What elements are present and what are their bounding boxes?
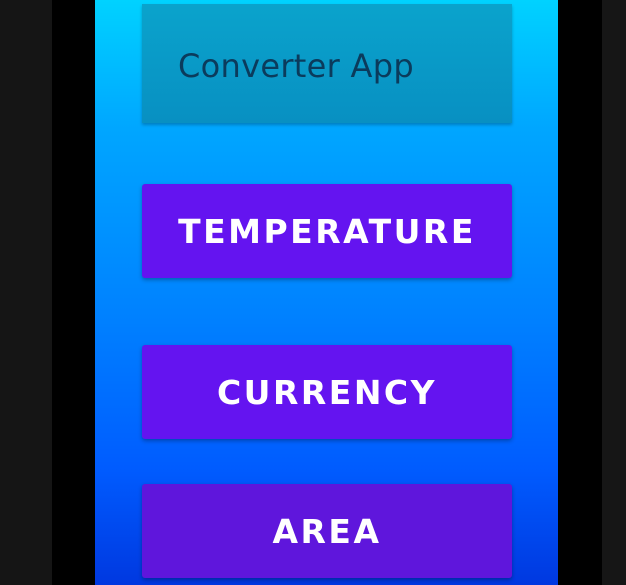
- area-button[interactable]: AREA: [142, 484, 512, 578]
- background-right: [602, 0, 626, 585]
- temperature-button[interactable]: TEMPERATURE: [142, 184, 512, 278]
- currency-button[interactable]: CURRENCY: [142, 345, 512, 439]
- app-title: Converter App: [178, 46, 414, 85]
- title-bar: Converter App: [142, 4, 512, 123]
- background-left: [0, 0, 52, 585]
- app-screen: Converter App TEMPERATURE CURRENCY AREA: [95, 0, 558, 585]
